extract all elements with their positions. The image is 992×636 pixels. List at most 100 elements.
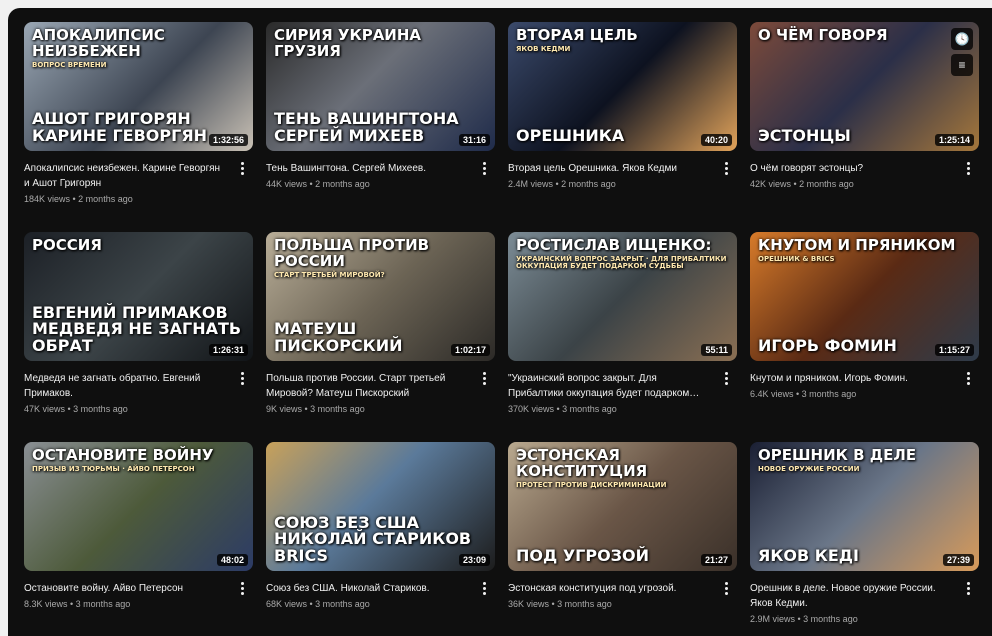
more-actions-icon[interactable]	[961, 580, 975, 596]
video-thumbnail[interactable]: Польша против России Старт третьей миров…	[266, 232, 495, 361]
video-title[interactable]: Тень Вашингтона. Сергей Михеев.	[266, 161, 469, 176]
more-actions-icon[interactable]	[235, 370, 249, 386]
video-title[interactable]: Союз без США. Николай Стариков.	[266, 581, 469, 596]
video-thumbnail[interactable]: Апокалипсис неизбежен Вопрос времени Ашо…	[24, 22, 253, 151]
video-meta: Эстонская конституция под угрозой. 36K v…	[508, 571, 737, 609]
video-thumbnail[interactable]: Ростислав Ищенко: Украинский вопрос закр…	[508, 232, 737, 361]
more-actions-icon[interactable]	[477, 370, 491, 386]
video-stats: 8.3K views • 3 months ago	[24, 599, 131, 609]
video-card[interactable]: Эстонская конституция Протест против дис…	[508, 442, 737, 609]
thumbnail-headline: Эстонская конституция Протест против дис…	[508, 442, 737, 495]
video-stats: 47K views • 3 months ago	[24, 404, 128, 414]
video-grid: Апокалипсис неизбежен Вопрос времени Ашо…	[24, 22, 984, 636]
video-card[interactable]: Польша против России Старт третьей миров…	[266, 232, 495, 414]
thumbnail-subtitle: Украинский вопрос закрыт · Для Прибалтик…	[516, 254, 727, 271]
video-card[interactable]: Сирия Украина Грузия Тень Вашингтона Сер…	[266, 22, 495, 189]
video-title[interactable]: Медведя не загнать обратно. Евгений Прим…	[24, 371, 227, 401]
thumbnail-headline	[266, 442, 495, 456]
video-stats: 44K views • 2 months ago	[266, 179, 370, 189]
video-stats: 2.9M views • 3 months ago	[750, 614, 858, 624]
duration-badge: 40:20	[700, 134, 732, 146]
video-title[interactable]: Вторая цель Орешника. Яков Кедми	[508, 161, 711, 176]
video-grid-panel: Апокалипсис неизбежен Вопрос времени Ашо…	[8, 8, 992, 636]
video-card[interactable]: Ростислав Ищенко: Украинский вопрос закр…	[508, 232, 737, 414]
video-thumbnail[interactable]: Орешник в деле Новое оружие России Яков …	[750, 442, 979, 571]
more-actions-icon[interactable]	[719, 160, 733, 176]
video-thumbnail[interactable]: Союз без США Николай Стариков BRICS 23:0…	[266, 442, 495, 571]
thumbnail-subtitle: Новое оружие России	[758, 464, 860, 473]
video-title[interactable]: Польша против России. Старт третьей Миро…	[266, 371, 469, 401]
video-card[interactable]: Союз без США Николай Стариков BRICS 23:0…	[266, 442, 495, 609]
more-actions-icon[interactable]	[477, 580, 491, 596]
video-meta: О чём говорят эстонцы? 42K views • 2 mon…	[750, 151, 979, 189]
video-stats: 68K views • 3 months ago	[266, 599, 370, 609]
thumbnail-headline: Ростислав Ищенко: Украинский вопрос закр…	[508, 232, 737, 276]
video-stats: 6.4K views • 3 months ago	[750, 389, 857, 399]
thumbnail-subtitle: Старт третьей мировой?	[274, 270, 385, 279]
video-thumbnail[interactable]: Вторая цель Яков Кедми Орешника 40:20	[508, 22, 737, 151]
video-meta: Тень Вашингтона. Сергей Михеев. 44K view…	[266, 151, 495, 189]
thumbnail-subtitle: Яков Кедми	[516, 44, 571, 53]
video-thumbnail[interactable]: Остановите войну Призыв из тюрьмы · Айво…	[24, 442, 253, 571]
more-actions-icon[interactable]	[719, 580, 733, 596]
video-meta: Вторая цель Орешника. Яков Кедми 2.4M vi…	[508, 151, 737, 189]
video-stats: 184K views • 2 months ago	[24, 194, 133, 204]
duration-badge: 31:16	[458, 134, 490, 146]
video-title[interactable]: Кнутом и пряником. Игорь Фомин.	[750, 371, 953, 386]
video-stats: 36K views • 3 months ago	[508, 599, 612, 609]
video-meta: Орешник в деле. Новое оружие России. Яко…	[750, 571, 979, 624]
video-meta: Союз без США. Николай Стариков. 68K view…	[266, 571, 495, 609]
thumbnail-subtitle: Орешник & BRICS	[758, 254, 835, 263]
video-title[interactable]: Апокалипсис неизбежен. Карине Геворгян и…	[24, 161, 227, 191]
video-card[interactable]: Остановите войну Призыв из тюрьмы · Айво…	[24, 442, 253, 609]
more-actions-icon[interactable]	[961, 370, 975, 386]
video-title[interactable]: Эстонская конституция под угрозой.	[508, 581, 711, 596]
thumbnail-subtitle: Призыв из тюрьмы · Айво Петерсон	[32, 464, 195, 473]
video-thumbnail[interactable]: О чём говоря эстонцы 1:25:14 🕓 ≡	[750, 22, 979, 151]
more-actions-icon[interactable]	[235, 160, 249, 176]
thumbnail-subtitle: Протест против дискриминации	[516, 480, 667, 489]
video-title[interactable]: Орешник в деле. Новое оружие России. Яко…	[750, 581, 953, 611]
video-meta: Медведя не загнать обратно. Евгений Прим…	[24, 361, 253, 414]
video-card[interactable]: Орешник в деле Новое оружие России Яков …	[750, 442, 979, 624]
watch-later-icon[interactable]: 🕓	[951, 28, 973, 50]
video-thumbnail[interactable]: Эстонская конституция Протест против дис…	[508, 442, 737, 571]
duration-badge: 1:25:14	[934, 134, 974, 146]
duration-badge: 1:15:27	[934, 344, 974, 356]
duration-badge: 1:32:56	[208, 134, 248, 146]
more-actions-icon[interactable]	[961, 160, 975, 176]
video-title[interactable]: О чём говорят эстонцы?	[750, 161, 953, 176]
thumbnail-headline: Сирия Украина Грузия	[274, 26, 422, 60]
thumbnail-headline: О чём говоря	[758, 26, 888, 44]
thumbnail-headline: Вторая цель Яков Кедми	[508, 22, 737, 59]
video-stats: 370K views • 3 months ago	[508, 404, 617, 414]
video-card[interactable]: О чём говоря эстонцы 1:25:14 🕓 ≡ О чём г…	[750, 22, 979, 189]
duration-badge: 48:02	[216, 554, 248, 566]
video-meta: Апокалипсис неизбежен. Карине Геворгян и…	[24, 151, 253, 204]
thumbnail-headline: Россия	[32, 236, 102, 254]
video-thumbnail[interactable]: Сирия Украина Грузия Тень Вашингтона Сер…	[266, 22, 495, 151]
thumbnail-headline: Апокалипсис неизбежен Вопрос времени	[24, 22, 253, 75]
video-thumbnail[interactable]: Кнутом и пряником Орешник & BRICS Игорь …	[750, 232, 979, 361]
more-actions-icon[interactable]	[719, 370, 733, 386]
duration-badge: 27:39	[942, 554, 974, 566]
thumbnail-subtitle: Вопрос времени	[32, 60, 107, 69]
video-title[interactable]: "Украинский вопрос закрыт. Для Прибалтик…	[508, 371, 711, 401]
video-card[interactable]: Россия Евгений Примаков Медведя не загна…	[24, 232, 253, 414]
duration-badge: 21:27	[700, 554, 732, 566]
thumbnail-headline: Польша против России Старт третьей миров…	[266, 232, 495, 285]
video-card[interactable]: Вторая цель Яков Кедми Орешника 40:20 Вт…	[508, 22, 737, 189]
video-card[interactable]: Кнутом и пряником Орешник & BRICS Игорь …	[750, 232, 979, 399]
thumbnail-headline: Орешник в деле Новое оружие России	[750, 442, 979, 479]
video-title[interactable]: Остановите войну. Айво Петерсон	[24, 581, 227, 596]
video-card[interactable]: Апокалипсис неизбежен Вопрос времени Ашо…	[24, 22, 253, 204]
thumbnail-headline: Кнутом и пряником Орешник & BRICS	[750, 232, 979, 269]
more-actions-icon[interactable]	[477, 160, 491, 176]
add-to-queue-icon[interactable]: ≡	[951, 54, 973, 76]
video-meta: Остановите войну. Айво Петерсон 8.3K vie…	[24, 571, 253, 609]
duration-badge: 23:09	[458, 554, 490, 566]
video-thumbnail[interactable]: Россия Евгений Примаков Медведя не загна…	[24, 232, 253, 361]
thumbnail-headline: Остановите войну Призыв из тюрьмы · Айво…	[24, 442, 253, 479]
more-actions-icon[interactable]	[235, 580, 249, 596]
video-stats: 9K views • 3 months ago	[266, 404, 365, 414]
